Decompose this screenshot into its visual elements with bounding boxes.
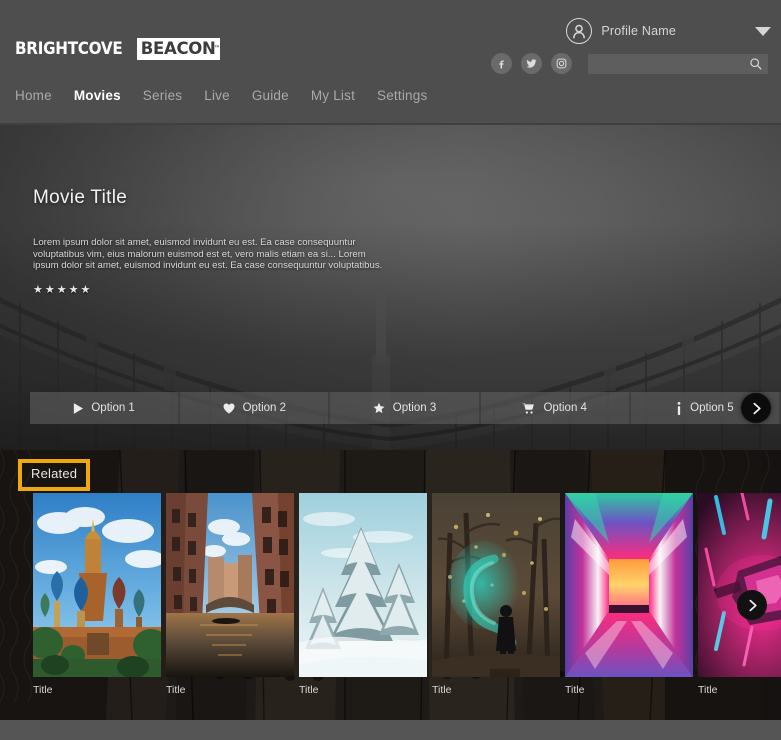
thumbnail-snowy-trees[interactable] <box>299 493 427 677</box>
thumbnail-cathedral-domes[interactable] <box>33 493 161 677</box>
hero-option-2-label: Option 2 <box>243 402 286 414</box>
star-icon: ★ <box>45 283 55 296</box>
thumbnail-venice-canal[interactable] <box>166 493 294 677</box>
profile-menu[interactable]: Profile Name <box>566 18 771 44</box>
trademark-mark: ™ <box>214 38 220 60</box>
facebook-icon[interactable] <box>491 53 512 74</box>
rating-stars: ★ ★ ★ ★ ★ <box>33 283 433 296</box>
star-icon: ★ <box>81 283 91 296</box>
brand-logo-secondary-text: BEACON <box>141 39 216 58</box>
hero-next-button[interactable] <box>741 393 771 423</box>
list-item[interactable]: Title <box>299 493 429 696</box>
related-carousel: Title <box>33 493 781 696</box>
related-heading-label: Related <box>31 466 77 481</box>
list-item[interactable]: Title <box>166 493 296 696</box>
card-title: Title <box>33 684 163 696</box>
info-icon <box>676 402 682 415</box>
hero-description: Lorem ipsum dolor sit amet, euismod invi… <box>33 237 383 272</box>
related-section: Related <box>0 450 781 720</box>
thumbnail-neon-corridor[interactable] <box>565 493 693 677</box>
social-and-search <box>491 53 768 74</box>
cart-icon <box>522 403 535 414</box>
star-icon: ★ <box>33 283 43 296</box>
instagram-icon[interactable] <box>551 53 572 74</box>
profile-name-label: Profile Name <box>601 24 676 38</box>
search-input[interactable] <box>599 58 749 70</box>
hero-option-3[interactable]: Option 3 <box>330 392 480 424</box>
nav-item-live[interactable]: Live <box>204 88 230 103</box>
related-next-button[interactable] <box>737 590 767 620</box>
nav-item-movies[interactable]: Movies <box>74 88 121 103</box>
nav-item-my-list[interactable]: My List <box>311 88 355 103</box>
person-icon <box>572 24 586 39</box>
hero-content: Movie Title Lorem ipsum dolor sit amet, … <box>33 187 433 296</box>
star-icon: ★ <box>69 283 79 296</box>
nav-item-settings[interactable]: Settings <box>377 88 427 103</box>
related-heading-wrapper: Related <box>18 459 90 491</box>
list-item[interactable]: Title <box>432 493 562 696</box>
card-title: Title <box>166 684 296 696</box>
play-icon <box>73 403 83 414</box>
search-box[interactable] <box>588 54 768 74</box>
top-bar: BRIGHTCOVE BEACON™ Profile Name <box>0 0 781 124</box>
related-heading-highlight: Related <box>18 459 90 491</box>
hero-options-bar: Option 1 Option 2 Option 3 <box>0 392 781 424</box>
app-root: BRIGHTCOVE BEACON™ Profile Name <box>0 0 781 740</box>
chevron-down-icon[interactable] <box>755 27 771 36</box>
hero-banner: Movie Title Lorem ipsum dolor sit amet, … <box>0 125 781 450</box>
card-title: Title <box>565 684 695 696</box>
bottom-bar <box>0 720 781 740</box>
brand-logo-secondary: BEACON™ <box>137 38 220 60</box>
avatar <box>566 18 592 44</box>
thumbnail-neon-abstract[interactable] <box>698 493 781 677</box>
hero-option-2[interactable]: Option 2 <box>180 392 330 424</box>
hero-option-4[interactable]: Option 4 <box>481 392 631 424</box>
chevron-right-icon <box>746 599 759 612</box>
hero-option-4-label: Option 4 <box>543 402 586 414</box>
hero-title: Movie Title <box>33 187 433 209</box>
hero-option-1-label: Option 1 <box>91 402 134 414</box>
nav-item-home[interactable]: Home <box>15 88 52 103</box>
brand-logo-primary: BRIGHTCOVE <box>15 38 122 60</box>
card-title: Title <box>432 684 562 696</box>
hero-option-3-label: Option 3 <box>393 402 436 414</box>
chevron-right-icon <box>750 402 763 415</box>
search-icon[interactable] <box>749 57 762 70</box>
heart-icon <box>223 403 235 414</box>
star-icon: ★ <box>57 283 67 296</box>
thumbnail-teal-smoke-forest[interactable] <box>432 493 560 677</box>
card-title: Title <box>299 684 429 696</box>
card-title: Title <box>698 684 781 696</box>
list-item[interactable]: Title <box>33 493 163 696</box>
main-navigation: Home Movies Series Live Guide My List Se… <box>15 88 427 103</box>
list-item[interactable]: Title <box>565 493 695 696</box>
twitter-icon[interactable] <box>521 53 542 74</box>
hero-option-5-label: Option 5 <box>690 402 733 414</box>
hero-option-1[interactable]: Option 1 <box>30 392 180 424</box>
brand-logo[interactable]: BRIGHTCOVE BEACON™ <box>15 38 220 60</box>
star-icon <box>373 402 385 414</box>
nav-item-guide[interactable]: Guide <box>252 88 289 103</box>
nav-item-series[interactable]: Series <box>143 88 182 103</box>
